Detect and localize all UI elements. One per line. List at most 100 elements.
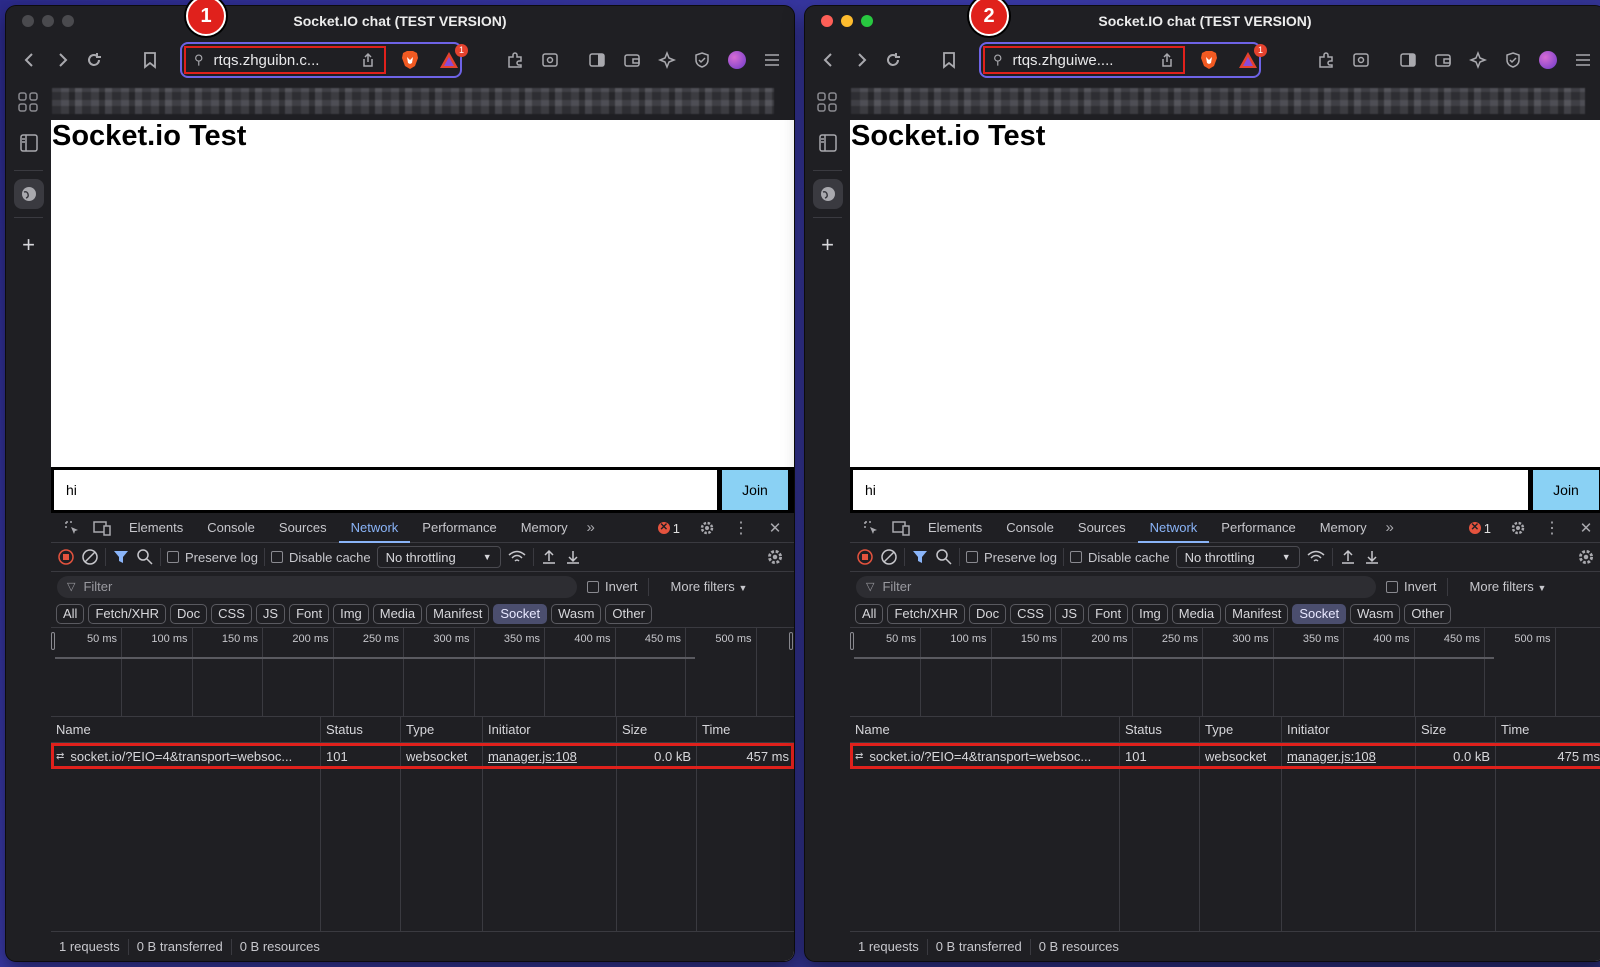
tab-memory[interactable]: Memory [509,513,580,543]
brave-rewards-icon[interactable]: 1 [438,44,468,70]
wallet-button[interactable] [1426,44,1459,76]
devtools-settings-button[interactable] [692,513,722,543]
tab-elements[interactable]: Elements [117,513,195,543]
address-bar[interactable]: ⚲ rtqs.zhguibn.c... [184,46,386,74]
clear-icon[interactable] [81,548,99,566]
column-header-initiator[interactable]: Initiator [483,717,617,742]
filter-chip-fetchxhr[interactable]: Fetch/XHR [88,604,167,624]
more-tabs-button[interactable]: » [1379,513,1401,543]
sidebar-toggle-button[interactable] [580,44,613,76]
filter-chip-all[interactable]: All [855,604,884,624]
devtools-menu-button[interactable]: ⋮ [726,513,756,543]
disable-cache-checkbox[interactable]: Disable cache [1069,550,1170,565]
timeline-left-handle[interactable] [850,632,854,650]
message-input[interactable]: hi [54,470,717,510]
column-header-name[interactable]: Name [51,717,321,742]
reload-button[interactable] [877,44,909,76]
leo-button[interactable] [533,44,566,76]
column-header-name[interactable]: Name [850,717,1120,742]
throttling-select[interactable]: No throttling ▼ [376,546,501,568]
throttling-select[interactable]: No throttling ▼ [1175,546,1300,568]
filter-chip-css[interactable]: CSS [1010,604,1051,624]
extensions-button[interactable] [1309,44,1342,76]
network-settings-icon[interactable] [1577,548,1595,566]
filter-input[interactable]: ▽ Filter [57,575,577,598]
filter-chip-js[interactable]: JS [255,604,286,624]
filter-chip-media[interactable]: Media [372,604,423,624]
network-conditions-icon[interactable] [1306,548,1326,566]
brave-shields-icon[interactable] [400,49,420,71]
profile-button[interactable] [720,44,753,76]
request-initiator[interactable]: manager.js:108 [1282,743,1416,769]
profile-button[interactable] [1531,44,1564,76]
device-toolbar-button[interactable] [886,513,916,543]
sidebar-add-button[interactable]: + [6,222,51,268]
filter-chip-font[interactable]: Font [289,604,330,624]
brave-shields-icon[interactable] [1199,49,1219,71]
column-header-status[interactable]: Status [321,717,401,742]
tab-sources[interactable]: Sources [1066,513,1138,543]
preserve-log-checkbox[interactable]: Preserve log [167,550,258,565]
timeline-right-handle[interactable] [789,632,793,650]
filter-chip-font[interactable]: Font [1088,604,1129,624]
back-button[interactable] [813,44,845,76]
filter-chip-doc[interactable]: Doc [170,604,208,624]
network-conditions-icon[interactable] [507,548,527,566]
ai-button[interactable] [1461,44,1494,76]
tab-memory[interactable]: Memory [1308,513,1379,543]
preserve-log-checkbox[interactable]: Preserve log [966,550,1057,565]
invert-checkbox[interactable]: Invert [1386,579,1437,594]
clear-icon[interactable] [880,548,898,566]
stop-recording-icon[interactable] [856,548,874,566]
network-overview-timeline[interactable]: 50 ms 100 ms 150 ms 200 ms 250 ms 300 ms 350 m… [850,627,1600,717]
devtools-close-button[interactable]: ✕ [1571,513,1600,543]
filter-chip-manifest[interactable]: Manifest [1225,604,1289,624]
stop-recording-icon[interactable] [57,548,75,566]
filter-chip-media[interactable]: Media [1171,604,1222,624]
filter-chip-img[interactable]: Img [1132,604,1168,624]
network-overview-timeline[interactable]: 50 ms 100 ms 150 ms 200 ms 250 ms 300 ms 350 m… [51,627,794,717]
column-header-initiator[interactable]: Initiator [1282,717,1416,742]
filter-chip-socket[interactable]: Socket [1292,604,1347,624]
table-row[interactable]: ⇄ socket.io/?EIO=4&transport=websoc... 101… [51,743,794,769]
filter-icon[interactable] [112,548,130,566]
inspect-element-button[interactable] [57,513,87,543]
tab-network[interactable]: Network [1137,513,1210,543]
inspect-element-button[interactable] [856,513,886,543]
sidebar-panel-button[interactable] [6,120,51,166]
column-header-size[interactable]: Size [1416,717,1496,742]
column-header-status[interactable]: Status [1120,717,1200,742]
message-input[interactable]: hi [853,470,1528,510]
request-name-cell[interactable]: ⇄ socket.io/?EIO=4&transport=websoc... [850,743,1120,769]
disable-cache-checkbox[interactable]: Disable cache [270,550,371,565]
import-har-icon[interactable] [1339,548,1357,566]
filter-chip-doc[interactable]: Doc [969,604,1007,624]
network-settings-icon[interactable] [766,548,784,566]
more-tabs-button[interactable]: » [580,513,602,543]
vpn-button[interactable] [685,44,718,76]
filter-chip-wasm[interactable]: Wasm [551,604,602,624]
filter-chip-wasm[interactable]: Wasm [1350,604,1401,624]
filter-chip-js[interactable]: JS [1054,604,1085,624]
extensions-button[interactable] [498,44,531,76]
forward-button[interactable] [46,44,78,76]
more-filters-dropdown[interactable]: More filters ▼ [1470,579,1547,594]
join-button[interactable]: Join [722,470,788,510]
reload-button[interactable] [78,44,110,76]
bookmark-button[interactable] [134,44,166,76]
devtools-menu-button[interactable]: ⋮ [1537,513,1567,543]
export-har-icon[interactable] [1363,548,1381,566]
initiator-link[interactable]: manager.js:108 [1287,749,1376,764]
sidebar-toggle-button[interactable] [1391,44,1424,76]
site-settings-icon[interactable]: ⚲ [194,52,204,68]
join-button[interactable]: Join [1533,470,1599,510]
back-button[interactable] [14,44,46,76]
filter-chip-fetchxhr[interactable]: Fetch/XHR [887,604,966,624]
site-settings-icon[interactable]: ⚲ [993,52,1003,68]
table-row[interactable]: ⇄ socket.io/?EIO=4&transport=websoc... 101… [850,743,1600,769]
column-header-size[interactable]: Size [617,717,697,742]
error-count-badge[interactable]: ✕ 1 [657,521,680,536]
filter-input[interactable]: ▽ Filter [856,575,1376,598]
devtools-settings-button[interactable] [1503,513,1533,543]
filter-chip-other[interactable]: Other [1404,604,1451,624]
